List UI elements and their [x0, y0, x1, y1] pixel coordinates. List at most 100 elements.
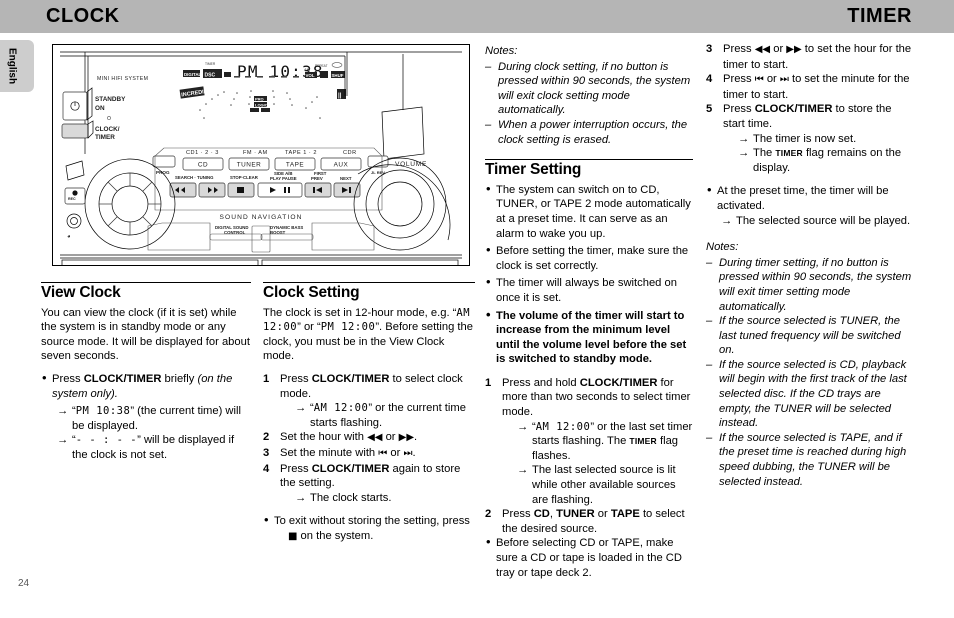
svg-text:TIMER: TIMER	[95, 134, 115, 141]
clock-timer-ref: CLOCK/TIMER	[311, 462, 390, 475]
step-text-post: .	[412, 446, 416, 459]
timer-preset-bullet: At the preset time, the timer will be ac…	[706, 183, 914, 229]
svg-text:SEARCH · TUNING: SEARCH · TUNING	[175, 175, 214, 180]
timer-step-2: 2 Press CD, TUNER or TAPE to select the …	[485, 507, 693, 536]
clock-step-4: 4 Press CLOCK/TIMER again to store the s…	[263, 462, 475, 506]
clock-timer-ref: CLOCK/TIMER	[754, 103, 833, 116]
svg-text:BOOST: BOOST	[270, 230, 286, 235]
view-clock-intro: You can view the clock (if it is set) wh…	[41, 306, 250, 363]
lcd-time-value: PM 10:38	[75, 405, 131, 418]
step-number: 1	[485, 376, 492, 389]
view-clock-result-1: “PM 10:38” (the current time) will be di…	[57, 404, 251, 433]
svg-text:REPEAT: REPEAT	[315, 64, 328, 68]
timer-note-item: If the source selected is TAPE, and if t…	[706, 431, 914, 489]
step-number: 4	[706, 73, 713, 86]
step-text-mid: or	[763, 73, 780, 86]
header-title-timer: TIMER	[847, 5, 912, 27]
svg-text:◕: ◕	[67, 234, 71, 240]
svg-text:FM · AM: FM · AM	[243, 150, 268, 156]
view-clock-heading: View Clock	[41, 284, 121, 301]
page-number: 24	[18, 578, 30, 589]
timer-step-1: 1 Press and hold CLOCK/TIMER for more th…	[485, 376, 693, 507]
step-text-mid: or	[770, 43, 787, 55]
previous-track-icon: ⏮	[754, 74, 764, 86]
clock-step-1: 1 Press CLOCK/TIMER to select clock mode…	[263, 372, 475, 430]
step-text-pre: Set the minute with	[280, 446, 379, 459]
clock-step-4-result: The clock starts.	[295, 491, 475, 506]
svg-text:STOP·CLEAR: STOP·CLEAR	[230, 175, 259, 180]
bullet-text-post: briefly	[161, 372, 198, 385]
timer-step-1-result-2: The last selected source is lit while ot…	[517, 463, 693, 507]
timer-note-item: If the source selected is CD, playback w…	[706, 358, 914, 431]
timer-step-1-result-1: “AM 12:00” or the last set timer starts …	[517, 420, 693, 464]
svg-text:AM: AM	[304, 67, 310, 72]
svg-text:DSC: DSC	[205, 73, 216, 79]
svg-text:MINI HIFI SYSTEM: MINI HIFI SYSTEM	[97, 76, 148, 82]
clock-notes-label: Notes:	[485, 45, 518, 57]
rewind-icon: ◀◀	[754, 44, 771, 55]
preset-text: At the preset time, the timer will be ac…	[717, 185, 889, 212]
clock-step-3: 3 Set the minute with ⏮ or ⏭.	[263, 446, 475, 462]
svg-text:PRO: PRO	[255, 97, 264, 102]
timer-step-3: 3 Press ◀◀ or ▶▶ to set the hour for the…	[706, 42, 914, 72]
clock-setting-intro: The clock is set in 12-hour mode, e.g. “…	[263, 306, 475, 364]
timer-bullet-volume-warning: The volume of the timer will start to in…	[485, 307, 693, 367]
clock-note-item: During clock setting, if no button is pr…	[485, 60, 693, 118]
svg-text:SHUF: SHUF	[332, 73, 344, 78]
svg-text:PROG: PROG	[156, 170, 170, 175]
svg-text:TAPE: TAPE	[286, 162, 304, 169]
previous-track-icon: ⏮	[378, 447, 388, 459]
svg-text:CD1 · 2 · 3: CD1 · 2 · 3	[186, 150, 219, 156]
step-number: 3	[706, 43, 713, 55]
svg-text:VOLUME: VOLUME	[395, 161, 427, 168]
step-number: 2	[263, 431, 270, 444]
timer-preset-result: The selected source will be played.	[721, 214, 914, 229]
svg-text:||: ||	[338, 93, 342, 99]
step-number: 1	[263, 372, 270, 385]
view-clock-bullet: Press CLOCK/TIMER briefly (on the system…	[41, 371, 251, 401]
timer-source-note: Before selecting CD or TAPE, make sure a…	[485, 535, 693, 580]
step-text-pre: Press	[723, 73, 755, 86]
exit-text-post: on the system.	[297, 529, 374, 542]
timer-flag-label: TIMER	[629, 436, 657, 447]
svg-text:NEXT: NEXT	[340, 176, 352, 181]
clock-step-1-result: “AM 12:00” or the current time starts fl…	[295, 401, 475, 430]
timer-flag-label: TIMER	[775, 148, 803, 159]
step-text-pre: Press	[502, 508, 534, 521]
lcd-am-value: AM 12:00	[535, 420, 591, 433]
step-text-mid: or	[387, 446, 404, 459]
timer-step-5: 5 Press CLOCK/TIMER to store the start t…	[706, 102, 914, 175]
section-rule	[485, 159, 693, 161]
section-rule	[263, 282, 475, 283]
intro-part-a: The clock is set in 12-hour mode, e.g. “	[263, 306, 457, 319]
page-header-bar: CLOCK TIMER	[0, 0, 954, 33]
timer-step-4: 4 Press ⏮ or ⏭ to set the minute for the…	[706, 72, 914, 102]
svg-text:LOGIC: LOGIC	[255, 103, 268, 108]
svg-text:TIMER: TIMER	[205, 62, 216, 66]
step-text-pre: Press	[723, 43, 755, 55]
svg-text:AUX: AUX	[334, 162, 349, 169]
timer-notes-label: Notes:	[706, 241, 739, 254]
step-text-mid: or	[382, 431, 399, 444]
step-text-pre: Press	[280, 462, 312, 475]
svg-text:ON: ON	[95, 105, 105, 112]
language-tab-label: English	[6, 47, 18, 85]
step-text-post: .	[414, 431, 418, 444]
clock-note-item: When a power interruption occurs, the cl…	[485, 118, 693, 147]
svg-text:REC: REC	[68, 197, 76, 201]
step-text-pre: Press	[723, 103, 755, 116]
clock-timer-ref: CLOCK/TIMER	[83, 372, 162, 385]
fast-forward-icon: ▶▶	[786, 44, 802, 55]
svg-text:STANDBY: STANDBY	[95, 96, 126, 103]
step-number: 2	[485, 508, 492, 521]
language-tab: English	[0, 40, 34, 92]
clock-step-2: 2 Set the hour with ◀◀ or ▶▶.	[263, 430, 475, 446]
svg-text:DIGITAL: DIGITAL	[184, 72, 202, 77]
column-timer-setting: Notes: During clock setting, if no butto…	[485, 44, 693, 583]
svg-text:TUNER: TUNER	[237, 162, 262, 169]
tape-ref: TAPE	[610, 508, 640, 521]
view-clock-result-2: “- - : - -” will be displayed if the clo…	[57, 433, 251, 462]
